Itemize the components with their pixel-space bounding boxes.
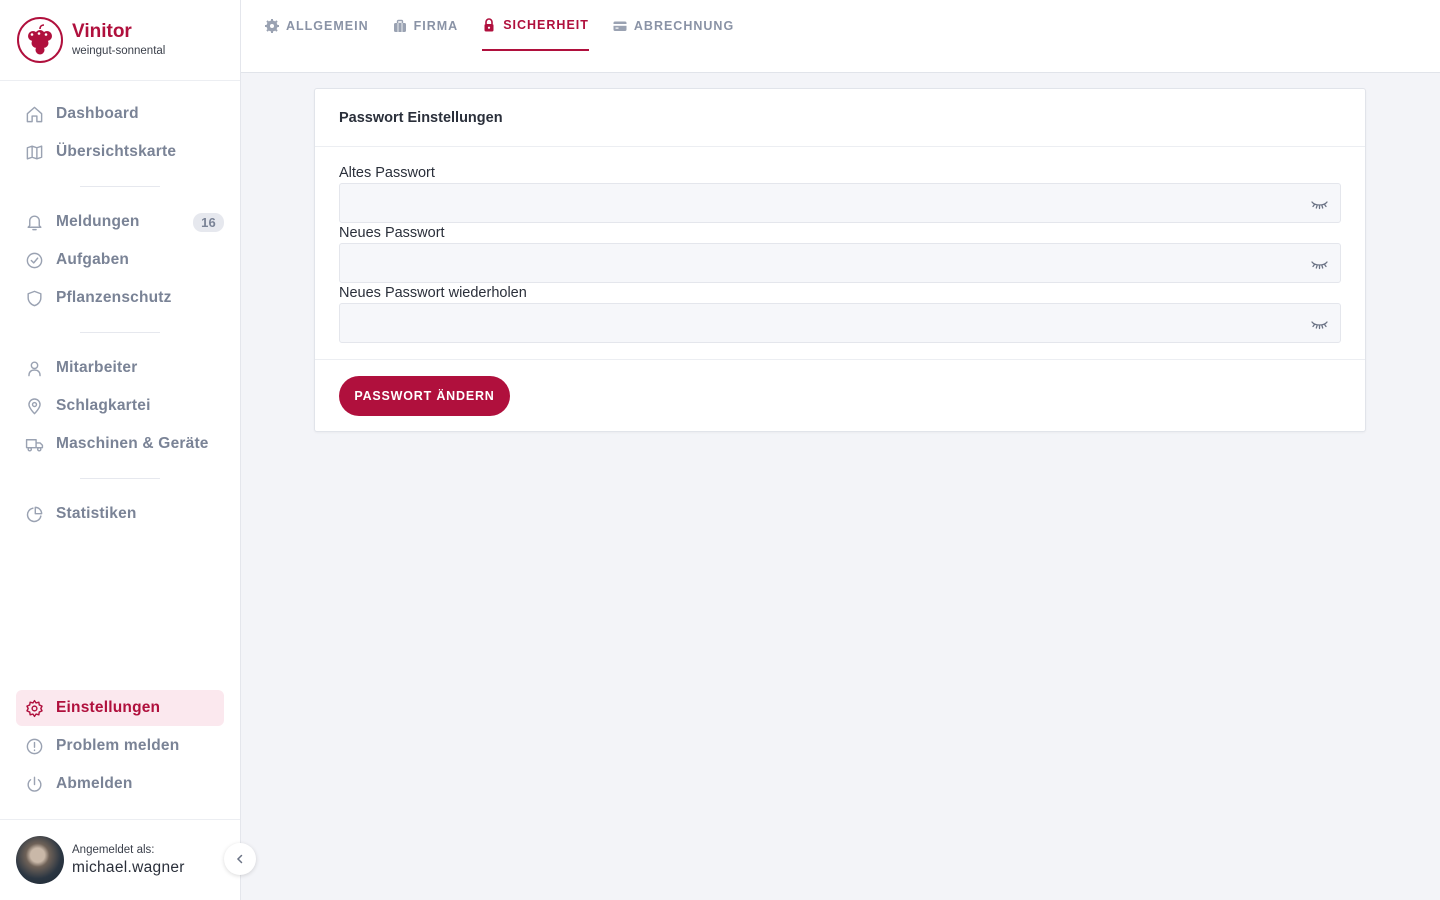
card-title: Passwort Einstellungen [315, 89, 1365, 147]
briefcase-icon [393, 19, 407, 33]
tab-label: ABRECHNUNG [633, 18, 735, 33]
eye-closed-icon[interactable] [1311, 316, 1328, 332]
sidebar-item-label: Aufgaben [56, 251, 130, 268]
repeat-password-field-wrapper [339, 303, 1341, 343]
username: michael.wagner [72, 859, 185, 876]
chevron-left-icon [236, 854, 243, 864]
map-pin-icon [24, 396, 44, 416]
sidebar-item-label: Dashboard [56, 105, 139, 122]
collapse-sidebar-button[interactable] [224, 843, 256, 875]
sidebar-item-label: Abmelden [56, 775, 133, 792]
sidebar-item-dashboard[interactable]: Dashboard [16, 96, 224, 132]
secondary-nav: Einstellungen Problem melden Abmelden [16, 690, 224, 804]
sidebar-item-maschinen[interactable]: Maschinen & Geräte [16, 426, 224, 462]
notification-count-badge: 16 [193, 212, 224, 232]
old-password-label: Altes Passwort [339, 165, 435, 181]
sidebar-item-label: Übersichtskarte [56, 143, 177, 160]
nav-divider [80, 332, 160, 333]
repeat-password-input[interactable] [340, 304, 1340, 342]
lock-icon [482, 17, 496, 32]
check-circle-icon [24, 250, 44, 270]
nav-divider [80, 478, 160, 479]
truck-icon [24, 434, 44, 454]
credit-card-icon [613, 19, 627, 33]
sidebar-item-problem-melden[interactable]: Problem melden [16, 728, 224, 764]
new-password-label: Neues Passwort [339, 225, 445, 241]
old-password-input[interactable] [340, 184, 1340, 222]
tab-abrechnung[interactable]: ABRECHNUNG [613, 0, 734, 51]
sidebar-item-meldungen[interactable]: Meldungen 16 [16, 204, 224, 240]
tab-firma[interactable]: FIRMA [393, 0, 459, 51]
power-icon [24, 774, 44, 794]
main-nav: Dashboard Übersichtskarte Meldungen 16 A… [16, 96, 224, 534]
gear-icon [24, 698, 44, 718]
tab-label: SICHERHEIT [503, 17, 589, 32]
sidebar-item-pflanzenschutz[interactable]: Pflanzenschutz [16, 280, 224, 316]
sidebar-item-label: Statistiken [56, 505, 137, 522]
sidebar-item-label: Pflanzenschutz [56, 289, 172, 306]
tab-allgemein[interactable]: ALLGEMEIN [265, 0, 369, 51]
new-password-input[interactable] [340, 244, 1340, 282]
sidebar-item-statistiken[interactable]: Statistiken [16, 496, 224, 532]
sidebar-item-einstellungen[interactable]: Einstellungen [16, 690, 224, 726]
avatar [16, 836, 64, 884]
repeat-password-label: Neues Passwort wiederholen [339, 285, 527, 301]
cog-icon [265, 18, 279, 33]
tab-sicherheit[interactable]: SICHERHEIT [482, 0, 589, 51]
old-password-field-wrapper [339, 183, 1341, 223]
user-icon [24, 358, 44, 378]
sidebar-item-mitarbeiter[interactable]: Mitarbeiter [16, 350, 224, 386]
sidebar-item-label: Problem melden [56, 737, 180, 754]
sidebar-item-label: Schlagkartei [56, 397, 151, 414]
sidebar-item-aufgaben[interactable]: Aufgaben [16, 242, 224, 278]
sidebar-item-schlagkartei[interactable]: Schlagkartei [16, 388, 224, 424]
password-settings-card: Passwort Einstellungen Altes Passwort Ne… [314, 88, 1366, 432]
sidebar-item-label: Einstellungen [56, 699, 161, 716]
sidebar-item-abmelden[interactable]: Abmelden [16, 766, 224, 802]
sidebar-item-label: Mitarbeiter [56, 359, 138, 376]
sidebar-item-label: Meldungen [56, 213, 140, 230]
sidebar-item-uebersichtskarte[interactable]: Übersichtskarte [16, 134, 224, 170]
current-user: Angemeldet als: michael.wagner [0, 819, 240, 900]
app-name: Vinitor [72, 21, 132, 42]
grape-logo-icon [17, 17, 63, 63]
map-icon [24, 142, 44, 162]
tenant-name: weingut-sonnental [72, 45, 166, 57]
brand[interactable]: Vinitor weingut-sonnental [0, 0, 240, 81]
bell-icon [24, 212, 44, 232]
new-password-field-wrapper [339, 243, 1341, 283]
home-icon [24, 104, 44, 124]
eye-closed-icon[interactable] [1311, 196, 1328, 212]
tab-label: ALLGEMEIN [286, 18, 369, 33]
nav-divider [80, 186, 160, 187]
sidebar-item-label: Maschinen & Geräte [56, 435, 209, 452]
alert-circle-icon [24, 736, 44, 756]
settings-tabs-bar: ALLGEMEIN FIRMA SICHERHEIT ABRECHNUNG [241, 0, 1440, 73]
logged-in-label: Angemeldet als: [72, 844, 155, 856]
shield-icon [24, 288, 44, 308]
pie-chart-icon [24, 504, 44, 524]
tab-label: FIRMA [413, 18, 459, 33]
sidebar: Vinitor weingut-sonnental Dashboard Über… [0, 0, 241, 900]
eye-closed-icon[interactable] [1311, 256, 1328, 272]
change-password-button[interactable]: PASSWORT ÄNDERN [339, 376, 510, 416]
